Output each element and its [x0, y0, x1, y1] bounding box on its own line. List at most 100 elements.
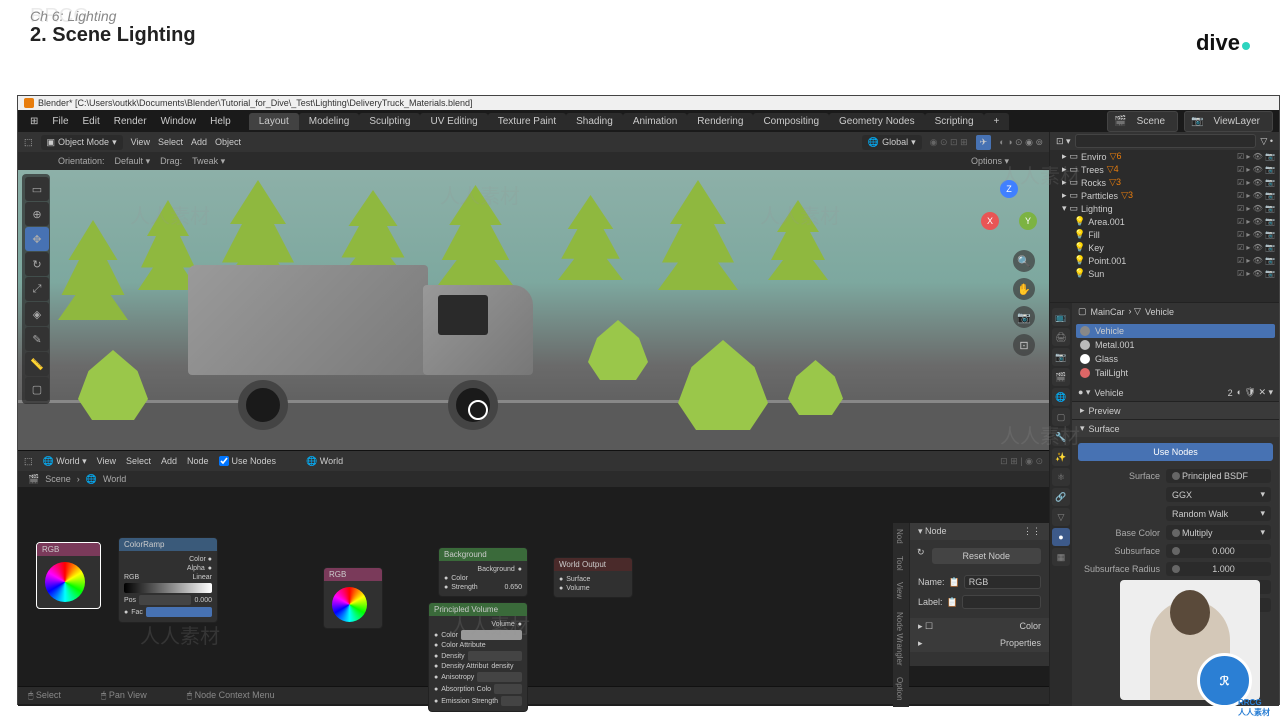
- ptab-material[interactable]: ●: [1052, 528, 1070, 546]
- node-n-panel[interactable]: ▾ Node⋮⋮ ↻Reset Node Name: 📋 Label: 📋 ▸ …: [909, 523, 1049, 666]
- n-tab-option[interactable]: Option: [893, 671, 906, 707]
- menu-render[interactable]: Render: [108, 113, 153, 130]
- tab-add[interactable]: +: [984, 113, 1010, 130]
- menu-help[interactable]: Help: [204, 113, 237, 130]
- tab-compositing[interactable]: Compositing: [753, 113, 829, 130]
- ptab-texture[interactable]: ▦: [1052, 548, 1070, 566]
- n-tab-node[interactable]: Nod: [893, 523, 906, 550]
- outliner-row-lighting[interactable]: ▾ ▭ Lighting ☑ ▸ 👁 📷: [1050, 202, 1279, 215]
- tab-rendering[interactable]: Rendering: [687, 113, 753, 130]
- object-mode-dropdown[interactable]: ▣ Object Mode ▾: [41, 135, 123, 150]
- outliner-search[interactable]: [1075, 134, 1257, 148]
- global-dropdown[interactable]: 🌐 Global ▾: [862, 135, 922, 150]
- tool-scale[interactable]: ⤢: [25, 277, 49, 301]
- ptab-object[interactable]: ▢: [1052, 408, 1070, 426]
- tool-select[interactable]: ▭: [25, 177, 49, 201]
- viewport-subheader[interactable]: Orientation: Default ▾ Drag: Tweak ▾ Opt…: [18, 152, 1049, 170]
- node-label-input[interactable]: [962, 595, 1041, 609]
- axis-z[interactable]: Z: [1000, 180, 1018, 198]
- sss-radius-x[interactable]: 1.000: [1166, 562, 1271, 576]
- outliner-row-rocks[interactable]: ▸ ▭ Rocks ▽3☑ ▸ 👁 📷: [1050, 176, 1279, 189]
- top-menu-bar[interactable]: ⊞ File Edit Render Window Help Layout Mo…: [18, 110, 1279, 132]
- options-dropdown[interactable]: Options ▾: [971, 156, 1009, 167]
- nav-icons[interactable]: 🔍 ✋ 📷 ⊡: [1013, 250, 1035, 356]
- tab-texture[interactable]: Texture Paint: [488, 113, 566, 130]
- workspace-tabs[interactable]: Layout Modeling Sculpting UV Editing Tex…: [249, 113, 1010, 130]
- ne-node[interactable]: Node: [187, 456, 209, 466]
- drag-dropdown[interactable]: Tweak ▾: [192, 156, 225, 167]
- outliner-row-fill[interactable]: 💡 Fill ☑ ▸ 👁 📷: [1050, 228, 1279, 241]
- node-rgb-2[interactable]: RGB: [323, 567, 383, 629]
- n-panel-node-header[interactable]: ▾ Node⋮⋮: [910, 523, 1049, 540]
- tool-cursor[interactable]: ⊕: [25, 202, 49, 226]
- tab-animation[interactable]: Animation: [623, 113, 687, 130]
- node-colorramp[interactable]: ColorRamp Color ● Alpha ● RGB Linear Pos…: [118, 537, 218, 623]
- outliner-row-trees[interactable]: ▸ ▭ Trees ▽4☑ ▸ 👁 📷: [1050, 163, 1279, 176]
- outliner-header[interactable]: ⊡ ▾ ▽ •: [1050, 132, 1279, 150]
- color-wheel-icon[interactable]: [332, 587, 367, 622]
- node-rgb-1[interactable]: RGB: [36, 542, 101, 609]
- material-slot-list[interactable]: Vehicle Metal.001 Glass TailLight: [1072, 320, 1279, 384]
- subsurface-slider[interactable]: 0.000: [1166, 544, 1271, 558]
- ne-add[interactable]: Add: [161, 456, 177, 466]
- use-nodes-checkbox[interactable]: Use Nodes: [219, 456, 277, 466]
- menu-window[interactable]: Window: [155, 113, 203, 130]
- distribution-dropdown[interactable]: GGX ▾: [1166, 487, 1271, 502]
- outliner-row-area.001[interactable]: 💡 Area.001 ☑ ▸ 👁 📷: [1050, 215, 1279, 228]
- outliner-row-sun[interactable]: 💡 Sun ☑ ▸ 👁 📷: [1050, 267, 1279, 280]
- material-name-field[interactable]: ● ▾ Vehicle 2 ◐ 🛡 ✕ ▾: [1072, 384, 1279, 401]
- editor-type-icon[interactable]: ⬚: [24, 137, 33, 148]
- camera-icon[interactable]: 📷: [1013, 306, 1035, 328]
- node-breadcrumb[interactable]: 🎬Scene› 🌐World: [18, 471, 1049, 487]
- ne-select[interactable]: Select: [126, 456, 151, 466]
- sss-method-dropdown[interactable]: Random Walk ▾: [1166, 506, 1271, 521]
- persp-icon[interactable]: ⊡: [1013, 334, 1035, 356]
- node-background[interactable]: Background Background ● ● Color ● Streng…: [438, 547, 528, 597]
- ptab-data[interactable]: ▽: [1052, 508, 1070, 526]
- tab-geonodes[interactable]: Geometry Nodes: [829, 113, 925, 130]
- vp-object[interactable]: Object: [215, 137, 241, 147]
- vp-add[interactable]: Add: [191, 137, 207, 147]
- color-wheel-icon[interactable]: [45, 562, 85, 602]
- node-principled-volume[interactable]: Principled Volume Volume ● ● Color ● Col…: [428, 602, 528, 712]
- vp-select[interactable]: Select: [158, 137, 183, 147]
- ptab-scene[interactable]: 🎬: [1052, 368, 1070, 386]
- menu-edit[interactable]: Edit: [77, 113, 106, 130]
- tool-addcube[interactable]: ▢: [25, 377, 49, 401]
- n-tab-nodewrangler[interactable]: Node Wrangler: [893, 606, 906, 672]
- tool-shelf[interactable]: ▭ ⊕ ✥ ↻ ⤢ ◈ ✎ 📏 ▢: [22, 174, 50, 404]
- axis-y[interactable]: Y: [1019, 212, 1037, 230]
- tool-rotate[interactable]: ↻: [25, 252, 49, 276]
- node-world-output[interactable]: World Output ● Surface ● Volume: [553, 557, 633, 598]
- reset-node-button[interactable]: Reset Node: [932, 548, 1041, 564]
- n-tab-tool[interactable]: Tool: [893, 550, 906, 577]
- pan-icon[interactable]: ✋: [1013, 278, 1035, 300]
- orientation-dropdown[interactable]: Default ▾: [115, 156, 151, 167]
- tab-scripting[interactable]: Scripting: [925, 113, 984, 130]
- zoom-icon[interactable]: 🔍: [1013, 250, 1035, 272]
- world-data-dropdown[interactable]: 🌐 World: [306, 456, 343, 467]
- mat-slot-metal[interactable]: Metal.001: [1076, 338, 1275, 352]
- tool-transform[interactable]: ◈: [25, 302, 49, 326]
- ptab-modifier[interactable]: 🔧: [1052, 428, 1070, 446]
- ptab-world[interactable]: 🌐: [1052, 388, 1070, 406]
- ptab-view[interactable]: 📷: [1052, 348, 1070, 366]
- 3d-viewport[interactable]: ▭ ⊕ ✥ ↻ ⤢ ◈ ✎ 📏 ▢ Z X Y 🔍 ✋: [18, 170, 1049, 450]
- world-dropdown[interactable]: 🌐 World ▾: [43, 456, 87, 467]
- outliner-row-partticles[interactable]: ▸ ▭ Partticles ▽3☑ ▸ 👁 📷: [1050, 189, 1279, 202]
- viewlayer-selector[interactable]: 📷 ViewLayer: [1184, 111, 1273, 132]
- mat-slot-glass[interactable]: Glass: [1076, 352, 1275, 366]
- tab-modeling[interactable]: Modeling: [299, 113, 360, 130]
- preview-section[interactable]: ▸ Preview: [1072, 402, 1279, 419]
- use-nodes-button[interactable]: Use Nodes: [1078, 443, 1273, 461]
- ptab-physics[interactable]: ⚛: [1052, 468, 1070, 486]
- prop-breadcrumb[interactable]: ▢ MainCar › ▽ Vehicle: [1072, 303, 1279, 320]
- outliner[interactable]: ⊡ ▾ ▽ • ▸ ▭ Enviro ▽6☑ ▸ 👁 📷▸ ▭ Trees ▽4…: [1050, 132, 1279, 302]
- node-canvas[interactable]: RGB ColorRamp Color ● Alpha ● RGB Linear…: [18, 487, 1049, 686]
- outliner-row-point.001[interactable]: 💡 Point.001 ☑ ▸ 👁 📷: [1050, 254, 1279, 267]
- viewport-header[interactable]: ⬚ ▣ Object Mode ▾ View Select Add Object…: [18, 132, 1049, 152]
- tab-shading[interactable]: Shading: [566, 113, 623, 130]
- ne-view[interactable]: View: [97, 456, 116, 466]
- n-panel-color-header[interactable]: ▸ ☐ Color: [910, 618, 1049, 635]
- tab-sculpting[interactable]: Sculpting: [359, 113, 420, 130]
